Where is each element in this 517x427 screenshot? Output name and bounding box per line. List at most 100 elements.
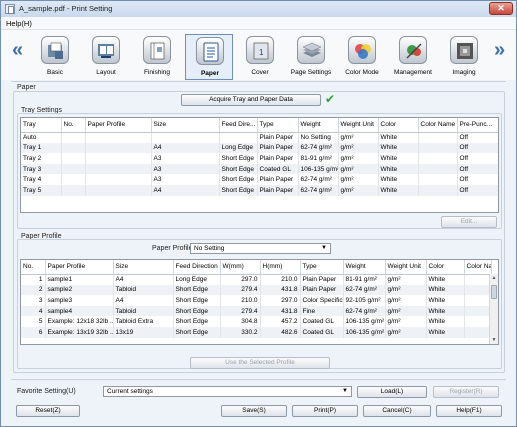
tab-imaging[interactable]: Imaging: [440, 34, 488, 80]
tab-color-mode[interactable]: Color Mode: [338, 34, 386, 80]
table-cell: Long Edge: [173, 274, 221, 285]
scroll-thumb[interactable]: [491, 285, 497, 299]
profile-row[interactable]: 5 Example: 12x18 32lb ... Tabloid Extra Sho…: [21, 316, 492, 327]
table-cell: [464, 284, 492, 296]
column-header[interactable]: No.: [61, 118, 86, 133]
load-button[interactable]: Load(L): [357, 386, 427, 398]
column-header[interactable]: Color: [378, 118, 419, 133]
profile-row[interactable]: 2 sample2 Tabloid Short Edge 279.4 431.8 Plain…: [21, 284, 492, 296]
column-header[interactable]: Size: [151, 118, 220, 133]
favorite-setting-label: Favorite Setting(U): [17, 388, 76, 395]
column-header[interactable]: Size: [113, 260, 174, 275]
profile-row[interactable]: 6 Example: 13x19 32lb ... 13x19 Short Edge 3…: [21, 326, 492, 338]
print-button[interactable]: Print(P): [292, 405, 358, 417]
column-header[interactable]: Paper Profile: [45, 260, 114, 275]
use-profile-button[interactable]: Use the Selected Profile: [190, 357, 330, 369]
help-button[interactable]: Help(F1): [436, 405, 502, 417]
table-cell: Coated GL: [300, 316, 344, 327]
column-header[interactable]: Color Name: [418, 118, 458, 133]
save-button[interactable]: Save(S): [221, 405, 287, 417]
acquire-tray-button[interactable]: Acquire Tray and Paper Data: [181, 94, 321, 106]
table-cell: 297.0: [260, 295, 301, 306]
column-header[interactable]: Color: [426, 260, 465, 275]
layout-icon: [92, 36, 120, 64]
tab-label: Paper: [200, 70, 220, 77]
tray-row[interactable]: Tray 1 A4 Long Edge Plain Paper 62-74 g/m² g/…: [21, 142, 498, 154]
profile-row[interactable]: 1 sample1 A4 Long Edge 297.0 210.0 Plain Paper…: [21, 274, 492, 285]
table-cell: Short Edge: [219, 163, 258, 175]
table-cell: 81-91 g/m²: [343, 274, 386, 285]
column-header[interactable]: Color Nam: [464, 260, 492, 275]
table-cell: [85, 174, 152, 185]
table-cell: 279.4: [220, 284, 261, 296]
register-button[interactable]: Register(R): [433, 386, 499, 398]
column-header[interactable]: Tray: [21, 118, 62, 133]
tab-basic[interactable]: Basic: [31, 34, 79, 80]
column-header[interactable]: Weight: [343, 260, 386, 275]
scroll-right-icon[interactable]: »: [494, 39, 505, 62]
tray-row[interactable]: Tray 3 A3 Short Edge Coated GL 106-135 g/m² g…: [21, 163, 498, 175]
scroll-down-icon[interactable]: ▼: [491, 337, 497, 343]
table-cell: Short Edge: [219, 184, 258, 196]
table-cell: 1: [21, 274, 46, 285]
profile-header-row: No. Paper Profile Size Feed Direction W(…: [21, 260, 492, 275]
table-cell: Color Specific: [300, 295, 344, 306]
scroll-left-icon[interactable]: «: [12, 39, 23, 62]
tray-row[interactable]: Tray 5 A4 Short Edge Plain Paper 62-74 g/m² g…: [21, 184, 498, 196]
column-header[interactable]: W(mm): [220, 260, 261, 275]
paper-profile-select[interactable]: No Setting ▼: [190, 243, 331, 254]
profile-scrollbar[interactable]: ▲ ▼: [489, 274, 498, 344]
tab-management[interactable]: Management: [389, 34, 437, 80]
table-cell: [219, 132, 258, 143]
table-cell: 106-135 g/m²: [343, 326, 386, 338]
tray-row[interactable]: Tray 4 A3 Short Edge Plain Paper 62-74 g/m² g…: [21, 174, 498, 185]
column-header[interactable]: Feed Dire...: [219, 118, 258, 133]
menu-help[interactable]: Help(H): [6, 19, 32, 28]
column-header[interactable]: Weight Unit: [385, 260, 427, 275]
table-cell: Plain Paper: [257, 184, 299, 196]
table-cell: 13x19: [113, 326, 174, 338]
edit-button[interactable]: Edit...: [441, 216, 497, 228]
table-cell: White: [426, 295, 465, 306]
close-button[interactable]: ✕: [489, 2, 513, 15]
profile-row[interactable]: 4 sample4 Tabloid Short Edge 279.4 431.8 Fine 6…: [21, 305, 492, 317]
column-header[interactable]: Type: [257, 118, 299, 133]
column-header[interactable]: Paper Profile: [85, 118, 152, 133]
imaging-icon: [450, 36, 478, 64]
table-cell: [61, 153, 86, 164]
table-cell: Short Edge: [173, 316, 221, 327]
table-cell: [464, 326, 492, 338]
column-header[interactable]: Weight Unit: [338, 118, 379, 133]
tray-row[interactable]: Tray 2 A3 Short Edge Plain Paper 81-91 g/m² g…: [21, 153, 498, 164]
table-cell: Plain Paper: [257, 153, 299, 164]
tab-paper[interactable]: Paper: [185, 34, 233, 80]
column-header[interactable]: Type: [300, 260, 344, 275]
column-header[interactable]: Pre-Punc...: [457, 118, 498, 133]
tray-row[interactable]: Auto Plain Paper No Setting g/m² White Off: [21, 132, 498, 143]
column-header[interactable]: H(mm): [260, 260, 301, 275]
tab-cover[interactable]: 1 Cover: [236, 34, 284, 80]
table-cell: White: [378, 163, 419, 175]
cancel-button[interactable]: Cancel(C): [363, 405, 431, 417]
table-cell: A4: [151, 142, 220, 154]
table-cell: Short Edge: [173, 305, 221, 317]
tab-page-settings[interactable]: Page Settings: [287, 34, 335, 80]
table-cell: 106-135 g/m²: [298, 163, 339, 175]
reset-button[interactable]: Reset(Z): [16, 405, 80, 417]
table-cell: [418, 163, 458, 175]
tab-finishing[interactable]: Finishing: [133, 34, 181, 80]
select-value: Current settings: [107, 388, 153, 395]
column-header[interactable]: Weight: [298, 118, 339, 133]
table-cell: 4: [21, 305, 46, 317]
tab-label: Basic: [47, 69, 63, 76]
column-header[interactable]: No.: [21, 260, 46, 275]
table-cell: Example: 13x19 32lb ...: [45, 326, 114, 338]
tab-layout[interactable]: Layout: [82, 34, 130, 80]
profile-row[interactable]: 3 sample3 A4 Short Edge 210.0 297.0 Color Spec…: [21, 295, 492, 306]
column-header[interactable]: Feed Direction: [173, 260, 221, 275]
scroll-up-icon[interactable]: ▲: [491, 275, 497, 281]
table-cell: g/m²: [338, 163, 379, 175]
favorite-setting-select[interactable]: Current settings ▼: [103, 386, 352, 397]
title-bar[interactable]: A_sample.pdf - Print Setting ✕: [1, 1, 516, 17]
table-cell: 304.8: [220, 316, 261, 327]
